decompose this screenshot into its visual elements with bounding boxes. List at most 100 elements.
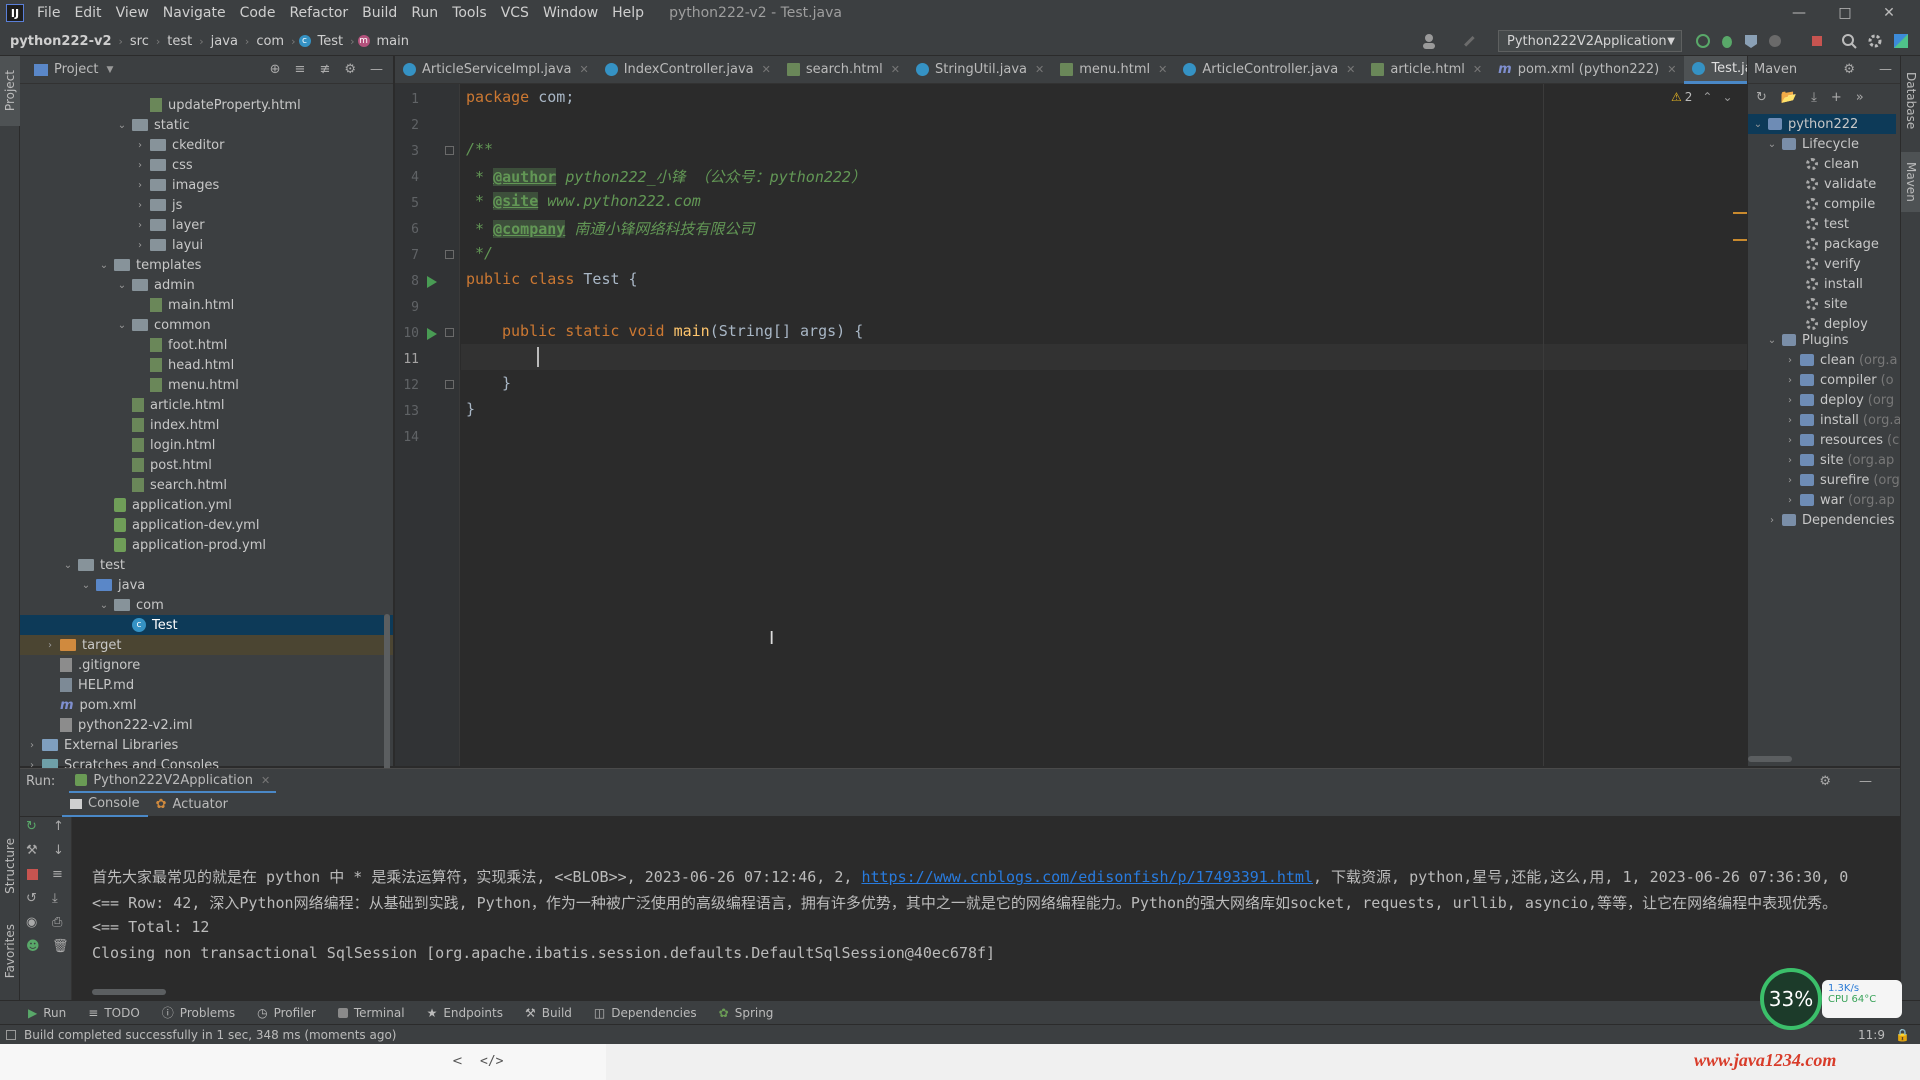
run-tool-button[interactable]: ▶ Run [28,1006,66,1020]
status-toggle-icon[interactable] [6,1029,16,1040]
tree-item-target[interactable]: › target [20,635,393,655]
close-tab-icon[interactable]: ✕ [762,63,771,76]
maven-goal-site[interactable]: site [1806,294,1847,314]
tree-item-css[interactable]: › css [20,155,393,175]
chevron-right-icon[interactable]: › [134,200,146,211]
actuator-tab[interactable]: ✿ Actuator [148,793,236,817]
chevron-right-icon[interactable]: › [26,740,38,751]
todo-tool-button[interactable]: ≡ TODO [88,1006,140,1020]
tree-item-python222-v2-iml[interactable]: python222-v2.iml [20,715,393,735]
chevron-down-icon[interactable]: ⌄ [98,600,110,611]
menu-navigate[interactable]: Navigate [156,5,233,21]
tree-item-updateproperty-html[interactable]: updateProperty.html [20,95,393,115]
maven-goal-clean[interactable]: clean [1806,154,1859,174]
maven-project-item[interactable]: ⌄ python222 [1748,114,1896,134]
terminal-tool-button[interactable]: Terminal [337,1006,405,1020]
dependencies-tool-button[interactable]: ◫ Dependencies [594,1006,697,1020]
spring-tool-button[interactable]: ✿ Spring [719,1006,774,1020]
close-tab-icon[interactable]: ✕ [579,63,588,76]
trash-icon[interactable]: 🗑 [52,939,69,954]
cpu-usage-widget[interactable]: 33% [1760,968,1822,1030]
scroll-up-icon[interactable]: ↑ [53,819,64,834]
editor-tab-article-html[interactable]: article.html ✕ [1363,56,1490,84]
tree-item-ckeditor[interactable]: › ckeditor [20,135,393,155]
print-icon[interactable]: ⎙ [52,915,62,930]
maven-plugin-resources[interactable]: › resources (c [1784,430,1899,450]
camera-icon[interactable]: ◉ [26,915,37,930]
close-tab-icon[interactable]: ✕ [891,63,900,76]
breadcrumb-src[interactable]: src [126,34,153,49]
download-icon[interactable]: ⤓ [1811,90,1817,105]
tree-item-menu-html[interactable]: menu.html [20,375,393,395]
project-tool-button[interactable]: Project [0,56,20,126]
close-tab-icon[interactable]: ✕ [1473,63,1482,76]
maximize-icon[interactable]: □ [1822,0,1868,26]
rerun-icon[interactable] [1694,32,1712,50]
project-panel-title[interactable]: Project [54,62,98,77]
maven-goal-compile[interactable]: compile [1806,194,1875,214]
run-main-gutter-icon[interactable] [427,328,437,340]
menu-code[interactable]: Code [233,5,283,21]
profiler-icon[interactable] [1766,32,1784,50]
reload-icon[interactable]: ↻ [1756,90,1767,105]
maven-plugin-deploy[interactable]: › deploy (org [1784,390,1894,410]
tree-item-admin[interactable]: ⌄ admin [20,275,393,295]
breadcrumb-method[interactable]: main [373,34,413,49]
editor-tab-pom-xml-python222-[interactable]: m pom.xml (python222) ✕ [1490,56,1684,84]
chevron-right-icon[interactable]: › [44,640,56,651]
locate-file-icon[interactable]: ⊕ [270,62,281,77]
maven-plugin-surefire[interactable]: › surefire (org [1784,470,1900,490]
tree-scrollbar[interactable] [384,84,390,804]
maven-plugin-install[interactable]: › install (org.a [1784,410,1901,430]
search-icon[interactable] [1840,32,1858,50]
caret-position[interactable]: 11:9 [1858,1028,1885,1042]
scroll-to-end-icon[interactable]: ⤓ [52,891,58,906]
fold-marker-icon[interactable] [445,380,454,389]
menu-edit[interactable]: Edit [67,5,108,21]
add-project-icon[interactable]: 📂 [1781,90,1797,105]
chevron-right-icon[interactable]: › [134,160,146,171]
run-config-tab[interactable]: Python222V2Application ✕ [69,769,277,793]
tree-item-layer[interactable]: › layer [20,215,393,235]
editor-tab-articleserviceimpl-java[interactable]: ArticleServiceImpl.java ✕ [395,56,597,84]
tree-item-test[interactable]: c Test [20,615,393,635]
editor-tab-menu-html[interactable]: menu.html ✕ [1052,56,1175,84]
close-tab-icon[interactable]: ✕ [261,774,270,787]
tree-item-static[interactable]: ⌄ static [20,115,393,135]
stop-icon[interactable] [27,869,38,880]
maven-plugin-war[interactable]: › war (org.ap [1784,490,1895,510]
hide-panel-icon[interactable]: — [370,62,383,77]
fold-marker-icon[interactable] [445,250,454,259]
close-tab-icon[interactable]: ✕ [1667,63,1676,76]
code-view-icon[interactable]: </> [480,1054,503,1069]
close-tab-icon[interactable]: ✕ [1035,63,1044,76]
tree-item-js[interactable]: › js [20,195,393,215]
plus-icon[interactable]: + [1831,90,1842,105]
chevron-down-icon[interactable]: ▼ [106,65,113,75]
maven-goal-install[interactable]: install [1806,274,1863,294]
breadcrumb-com[interactable]: com [252,34,288,49]
editor-tab-search-html[interactable]: search.html ✕ [779,56,908,84]
tree-item-external-libraries[interactable]: › External Libraries [20,735,393,755]
tree-item-application-dev-yml[interactable]: application-dev.yml [20,515,393,535]
chevron-right-icon[interactable]: › [134,220,146,231]
problems-tool-button[interactable]: ⓘ Problems [162,1004,235,1021]
restart-icon[interactable]: ↺ [26,891,37,906]
maven-goal-test[interactable]: test [1806,214,1849,234]
inspection-widget[interactable]: ⚠ 2 ⌃ ⌄ [1671,90,1733,104]
maven-goal-package[interactable]: package [1806,234,1879,254]
rerun-icon[interactable]: ↻ [26,819,37,834]
chevron-down-icon[interactable]: ⌄ [62,560,74,571]
maven-plugins-group[interactable]: ⌄ Plugins [1766,330,1849,350]
warning-marker[interactable] [1733,239,1747,241]
stop-icon[interactable] [1808,32,1826,50]
more-icon[interactable]: » [1856,90,1864,105]
warning-marker[interactable] [1733,212,1747,214]
console-link[interactable]: https://www.cnblogs.com/edisonfish/p/174… [861,868,1313,886]
database-tool-button[interactable]: Database [1901,66,1920,136]
code-editor[interactable]: package com; /** * @author python222_小锋 … [461,84,1748,766]
maven-plugin-compiler[interactable]: › compiler (o [1784,370,1894,390]
chevron-down-icon[interactable]: ⌄ [98,260,110,271]
menu-vcs[interactable]: VCS [494,5,536,21]
maven-tool-button[interactable]: Maven [1901,152,1920,212]
